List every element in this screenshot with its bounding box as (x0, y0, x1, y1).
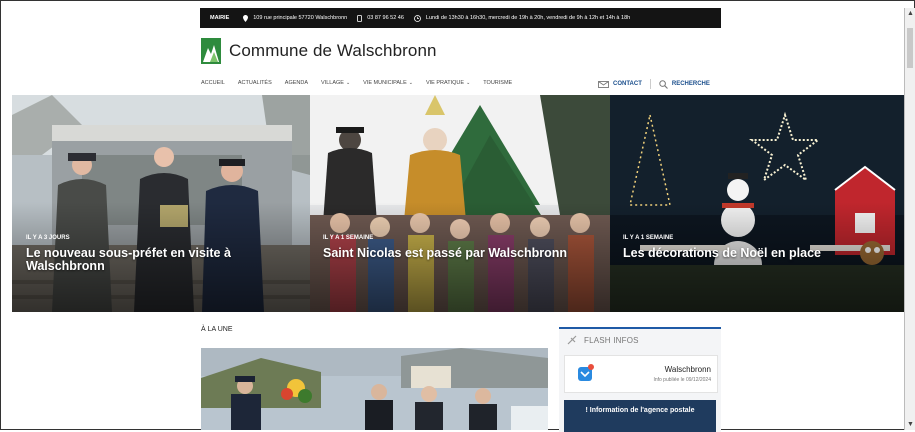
slide-date: IL Y A 1 SEMAINE (323, 235, 374, 241)
scroll-thumb[interactable] (907, 28, 913, 68)
slide-date: IL Y A 1 SEMAINE (623, 235, 674, 241)
site-brand[interactable]: Commune de Walschbronn (201, 38, 437, 64)
nav-utilities: CONTACT RECHERCHE (598, 79, 710, 89)
nav-item-actualites[interactable]: ACTUALITÉS (238, 80, 272, 86)
flash-title: FLASH INFOS (584, 335, 639, 345)
section-title-a-la-une: À LA UNE (201, 326, 233, 333)
divider (649, 79, 651, 89)
nav-item-tourisme[interactable]: TOURISME (483, 80, 512, 86)
info-bar: MAIRIE 109 rue principale 57720 Walschbr… (200, 8, 721, 28)
page-scrollbar[interactable]: ▲ ▼ (904, 8, 915, 430)
hero-slide[interactable]: IL Y A 1 SEMAINE Saint Nicolas est passé… (310, 95, 610, 312)
phone-text[interactable]: 03 87 96 52 46 (367, 15, 404, 21)
clock-icon (414, 14, 421, 22)
chevron-down-icon: ⌄ (408, 80, 413, 86)
flash-card[interactable]: Walschbronn Info publiée le 09/12/2024 (564, 355, 718, 393)
mairie-label: MAIRIE (210, 15, 230, 21)
search-link[interactable]: RECHERCHE (659, 79, 710, 89)
location-pin-icon (243, 14, 249, 22)
nav-item-agenda[interactable]: AGENDA (285, 80, 308, 86)
site-title[interactable]: Commune de Walschbronn (229, 41, 437, 61)
hero-slide[interactable]: IL Y A 3 JOURS Le nouveau sous-préfet en… (12, 95, 310, 312)
megaphone-icon (567, 335, 577, 345)
envelope-icon (598, 80, 609, 88)
contact-label[interactable]: CONTACT (613, 81, 642, 87)
scroll-down-icon[interactable]: ▼ (907, 421, 914, 428)
search-label[interactable]: RECHERCHE (672, 81, 710, 87)
flash-card-title: Walschbronn (664, 365, 711, 374)
notification-app-icon (578, 364, 594, 381)
nav-item-vie-pratique[interactable]: VIE PRATIQUE ⌄ (426, 80, 470, 86)
contact-link[interactable]: CONTACT (598, 80, 642, 88)
scroll-up-icon[interactable]: ▲ (907, 10, 914, 17)
slide-headline[interactable]: Les décorations de Noël en place (623, 247, 908, 260)
hero-carousel: IL Y A 3 JOURS Le nouveau sous-préfet en… (12, 95, 911, 312)
hero-slide[interactable]: IL Y A 1 SEMAINE Les décorations de Noël… (610, 95, 911, 312)
hours-text: Lundi de 13h30 à 16h30, mercredi de 19h … (425, 15, 631, 21)
flash-header: FLASH INFOS (559, 329, 721, 345)
nav-item-accueil[interactable]: ACCUEIL (201, 80, 225, 86)
nav-item-village[interactable]: VILLAGE ⌄ (321, 80, 350, 86)
slide-headline[interactable]: Le nouveau sous-préfet en visite à Walsc… (26, 247, 276, 273)
village-logo[interactable] (201, 38, 221, 64)
phone-icon (357, 14, 363, 22)
featured-article-image[interactable] (201, 348, 548, 430)
address-item: 109 rue principale 57720 Walschbronn (243, 14, 348, 22)
search-icon (659, 79, 668, 89)
chevron-down-icon: ⌄ (466, 80, 471, 86)
slide-date: IL Y A 3 JOURS (26, 235, 70, 241)
phone-item[interactable]: 03 87 96 52 46 (357, 14, 404, 22)
flash-card-date: Info publiée le 09/12/2024 (653, 377, 711, 383)
flash-infos-panel: FLASH INFOS Walschbronn Info publiée le … (559, 327, 721, 432)
slide-headline[interactable]: Saint Nicolas est passé par Walschbronn (323, 247, 608, 260)
featured-photo (201, 348, 548, 430)
hours-item: Lundi de 13h30 à 16h30, mercredi de 19h … (414, 14, 631, 22)
flash-message[interactable]: ! Information de l'agence postale (564, 400, 716, 432)
main-nav: ACCUEIL ACTUALITÉS AGENDA VILLAGE ⌄ VIE M… (201, 80, 525, 86)
address-text: 109 rue principale 57720 Walschbronn (253, 15, 348, 21)
chevron-down-icon: ⌄ (345, 80, 351, 86)
nav-item-vie-municipale[interactable]: VIE MUNICIPALE ⌄ (363, 80, 413, 86)
